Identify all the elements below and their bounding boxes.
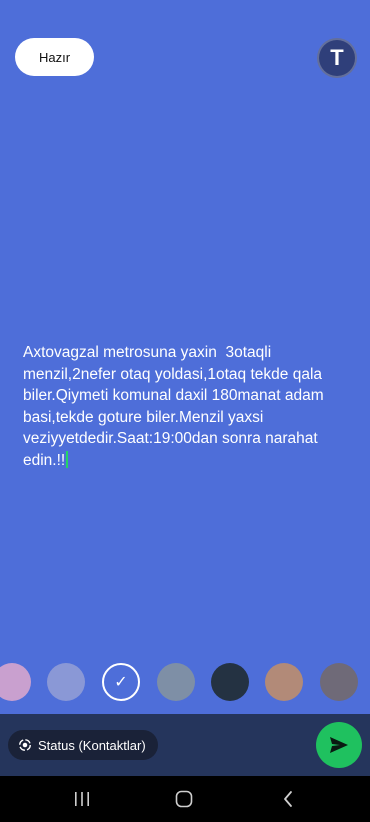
color-swatch[interactable] bbox=[157, 663, 195, 701]
back-button[interactable] bbox=[276, 788, 300, 810]
send-icon bbox=[330, 737, 348, 753]
back-icon bbox=[284, 791, 292, 807]
color-swatch[interactable] bbox=[47, 663, 85, 701]
bottom-bar: Status (Kontaktlar) bbox=[0, 714, 370, 776]
send-button[interactable] bbox=[316, 722, 362, 768]
avatar-letter: T bbox=[330, 45, 344, 70]
done-button-label: Hazır bbox=[38, 49, 71, 65]
status-text-content: Axtovagzal metrosuna yaxin 3otaqli menzi… bbox=[23, 344, 328, 469]
color-swatch[interactable] bbox=[265, 663, 303, 701]
status-text-input[interactable]: Axtovagzal metrosuna yaxin 3otaqli menzi… bbox=[23, 342, 345, 471]
recent-apps-button[interactable] bbox=[70, 788, 94, 810]
status-ring-icon bbox=[19, 739, 31, 751]
status-audience-button[interactable]: Status (Kontaktlar) bbox=[8, 730, 158, 760]
status-audience-label: Status (Kontaktlar) bbox=[38, 737, 146, 753]
color-swatch[interactable] bbox=[211, 663, 249, 701]
home-icon bbox=[175, 790, 193, 808]
color-swatch[interactable] bbox=[0, 663, 31, 701]
recent-apps-icon bbox=[75, 792, 89, 806]
color-swatch[interactable] bbox=[320, 663, 358, 701]
status-text-editor-screen: Hazır T Axtovagzal metrosuna yaxin 3otaq… bbox=[0, 0, 370, 822]
done-button[interactable]: Hazır bbox=[15, 38, 94, 76]
color-palette: ✓ bbox=[0, 663, 370, 705]
avatar[interactable]: T bbox=[317, 38, 357, 78]
home-button[interactable] bbox=[172, 788, 196, 810]
color-swatch-selected[interactable]: ✓ bbox=[102, 663, 140, 701]
check-icon: ✓ bbox=[114, 674, 128, 691]
text-caret bbox=[66, 450, 69, 468]
system-navigation-bar bbox=[0, 776, 370, 822]
